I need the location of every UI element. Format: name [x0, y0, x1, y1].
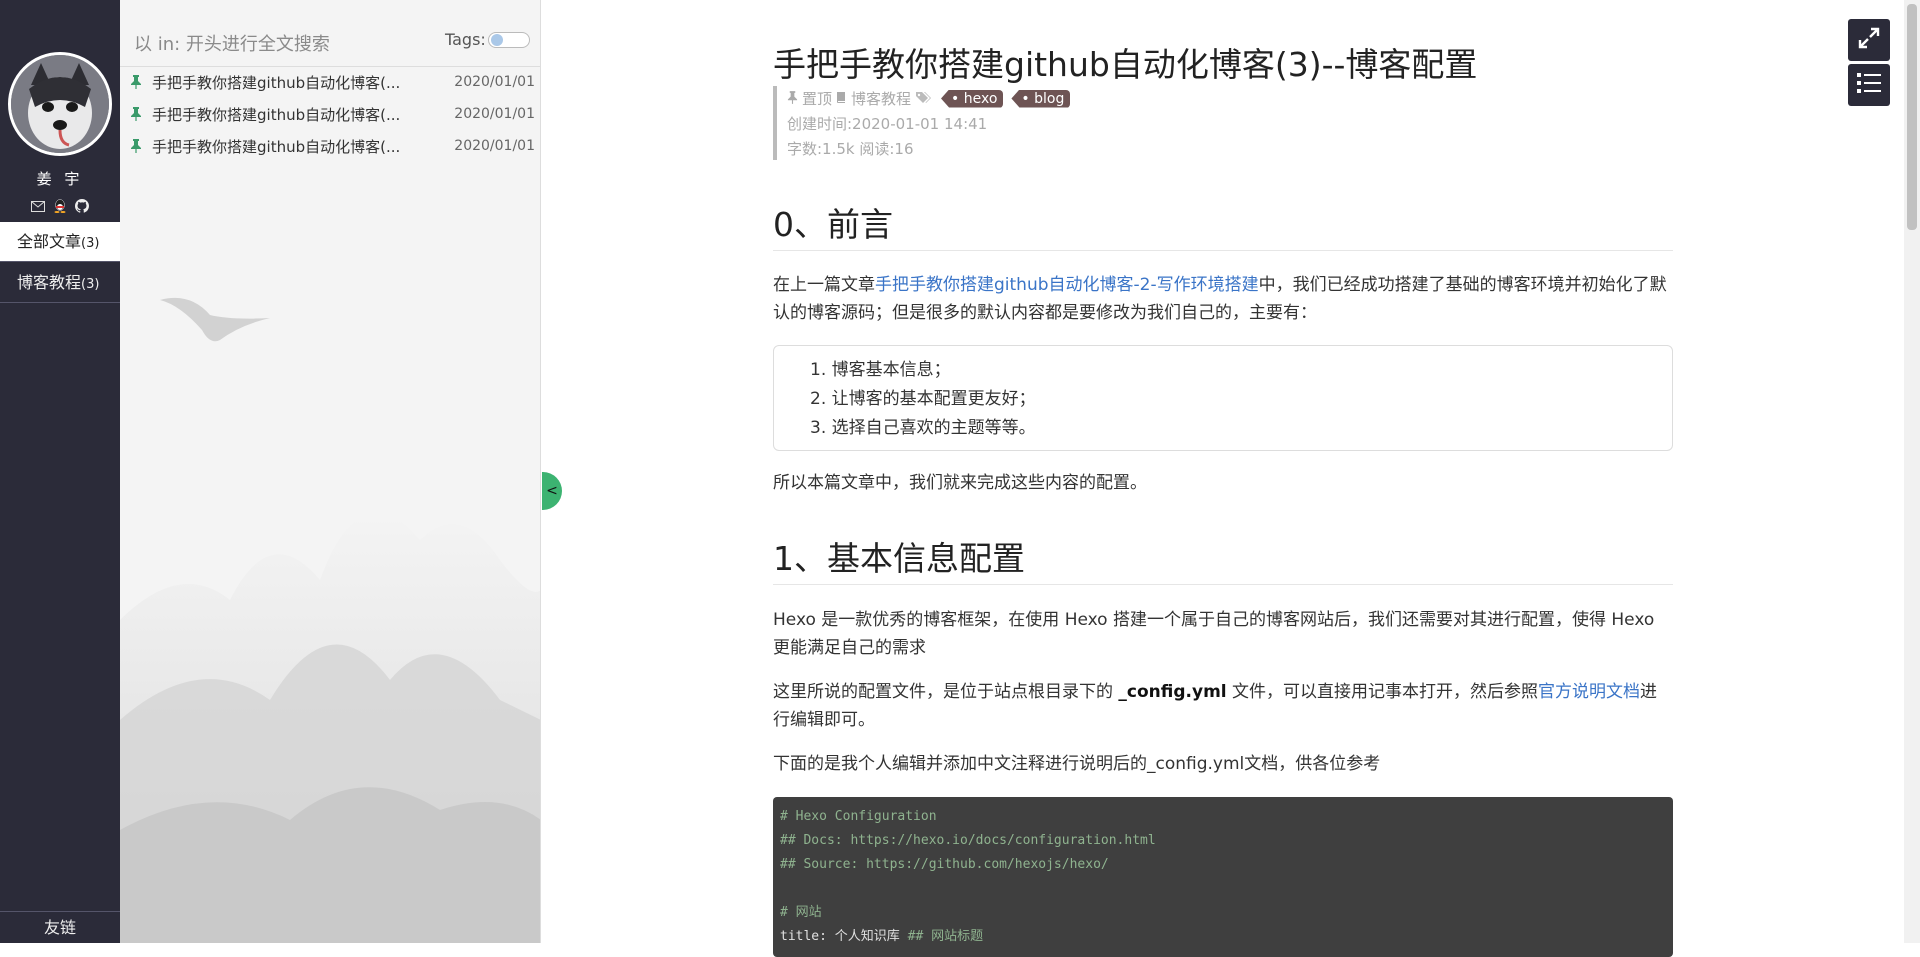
post-title: 手把手教你搭建github自动化博客(...: [152, 73, 401, 92]
expand-icon: [1857, 26, 1881, 54]
list-icon: [1856, 71, 1882, 99]
code-comment: ## 网站标题: [907, 929, 984, 944]
toc-button[interactable]: [1848, 64, 1890, 106]
nav-blog-tutorial[interactable]: 博客教程(3): [0, 263, 120, 303]
post-title: 手把手教你搭建github自动化博客(...: [152, 105, 401, 124]
nav-all-posts[interactable]: 全部文章(3): [0, 222, 120, 262]
list-item-text: 博客基本信息；: [831, 360, 951, 380]
paragraph-reference: 下面的是我个人编辑并添加中文注释进行说明后的_config.yml文档，供各位参…: [773, 754, 1381, 774]
nav-blog-tutorial-count: (3): [81, 277, 100, 292]
meta-top: 置顶: [802, 90, 833, 108]
avatar[interactable]: [8, 52, 112, 156]
post-title: 手把手教你搭建github自动化博客(...: [152, 137, 401, 156]
qq-icon[interactable]: [52, 198, 68, 214]
github-icon[interactable]: [74, 198, 90, 214]
pin-icon: [128, 75, 144, 89]
pin-icon: [128, 107, 144, 121]
article-meta: 置顶 博客教程 • hexo • blog 创建时间:2020-01-01 14…: [773, 86, 1173, 160]
meta-created: 创建时间:2020-01-01 14:41: [787, 115, 988, 133]
list-item-text: 让博客的基本配置更友好；: [831, 389, 1036, 409]
code-line: ## Source: https://github.com/hexojs/hex…: [780, 857, 1109, 872]
fullscreen-button[interactable]: [1848, 19, 1890, 61]
list-item: 3. 选择自己喜欢的主题等等。: [810, 418, 1036, 438]
post-list-item[interactable]: 手把手教你搭建github自动化博客(... 2020/01/01: [128, 66, 540, 98]
scrollbar-thumb[interactable]: [1907, 4, 1917, 230]
code-line: # Hexo Configuration: [780, 809, 937, 824]
sidebar: 姜 宇 全部文章(3) 博客教程(3) 友链: [0, 0, 120, 943]
section-heading-1: 1、基本信息配置: [773, 532, 1673, 585]
list-item-text: 选择自己喜欢的主题等等。: [831, 418, 1036, 438]
article-title: 手把手教你搭建github自动化博客(3)--博客配置: [773, 45, 1478, 84]
tags-label: Tags:: [445, 30, 486, 49]
list-item: 2. 让博客的基本配置更友好；: [810, 389, 1036, 409]
config-filename: _config.yml: [1118, 682, 1227, 702]
tag-blog[interactable]: • blog: [1011, 89, 1071, 108]
friends-link[interactable]: 友链: [0, 911, 120, 943]
collapse-list-button[interactable]: <: [542, 472, 562, 510]
post-list-item[interactable]: 手把手教你搭建github自动化博客(... 2020/01/01: [128, 98, 540, 130]
author-name: 姜 宇: [36, 170, 84, 188]
toggle-knob: [491, 34, 503, 46]
tag-hexo-label: hexo: [963, 90, 998, 107]
intro-text-pre: 在上一篇文章: [773, 275, 875, 295]
nav-blog-tutorial-label: 博客教程: [17, 273, 82, 292]
social-links: [30, 197, 90, 215]
prev-article-link[interactable]: 手把手教你搭建github自动化博客-2-写作环境搭建: [875, 275, 1259, 295]
nav-all-posts-count: (3): [81, 236, 100, 251]
code-block[interactable]: # Hexo Configuration ## Docs: https://he…: [773, 797, 1673, 957]
paragraph-summary: 所以本篇文章中，我们就来完成这些内容的配置。: [773, 473, 1147, 493]
meta-category[interactable]: 博客教程: [851, 88, 911, 109]
official-docs-link[interactable]: 官方说明文档: [1538, 682, 1640, 702]
post-date: 2020/01/01: [454, 106, 535, 122]
paragraph-hexo: Hexo 是一款优秀的博客框架，在使用 Hexo 搭建一个属于自己的博客网站后，…: [773, 610, 1655, 658]
paragraph-config: 这里所说的配置文件，是位于站点根目录下的 _config.yml 文件，可以直接…: [773, 678, 1673, 734]
meta-stats: 字数:1.5k 阅读:16: [787, 140, 914, 158]
tags-icon: [915, 90, 933, 108]
tag-blog-label: blog: [1034, 90, 1065, 107]
post-date: 2020/01/01: [454, 74, 535, 90]
book-icon: [836, 90, 847, 108]
todo-list-box: 1. 博客基本信息； 2. 让博客的基本配置更友好； 3. 选择自己喜欢的主题等…: [773, 345, 1673, 451]
code-key: title: 个人知识库: [780, 929, 908, 944]
config-text-mid: 文件，可以直接用记事本打开，然后参照: [1226, 682, 1539, 702]
paragraph-intro: 在上一篇文章手把手教你搭建github自动化博客-2-写作环境搭建中，我们已经成…: [773, 271, 1673, 327]
post-list-item[interactable]: 手把手教你搭建github自动化博客(... 2020/01/01: [128, 130, 540, 162]
tags-toggle[interactable]: [488, 32, 530, 48]
post-list-panel: Tags: 手把手教你搭建github自动化博客(... 2020/01/01 …: [120, 0, 541, 943]
code-line: ## Docs: https://hexo.io/docs/configurat…: [780, 833, 1156, 848]
code-line: # 网站: [780, 905, 822, 920]
post-date: 2020/01/01: [454, 138, 535, 154]
config-text-pre: 这里所说的配置文件，是位于站点根目录下的: [773, 682, 1119, 702]
search-input[interactable]: [134, 30, 424, 58]
page-scrollbar[interactable]: [1904, 0, 1920, 943]
list-item: 1. 博客基本信息；: [810, 360, 951, 380]
section-heading-0: 0、前言: [773, 198, 1673, 251]
pin-icon: [128, 139, 144, 153]
mail-icon[interactable]: [30, 198, 46, 214]
pin-icon: [787, 90, 798, 108]
tag-hexo[interactable]: • hexo: [941, 89, 1004, 108]
code-line: title: 个人知识库 ## 网站标题: [780, 925, 1666, 949]
nav-all-posts-label: 全部文章: [17, 232, 82, 251]
